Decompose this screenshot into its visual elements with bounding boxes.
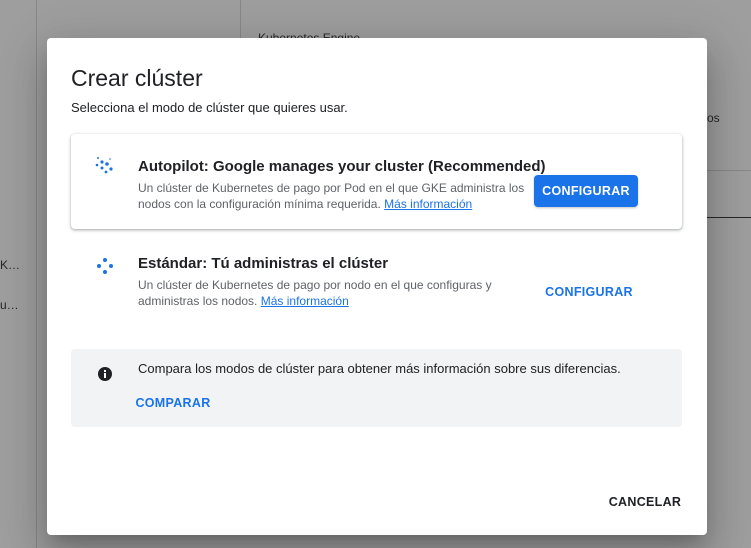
info-icon bbox=[98, 367, 112, 381]
standard-learn-more-link[interactable]: Más información bbox=[261, 294, 349, 308]
cancel-button[interactable]: CANCELAR bbox=[602, 486, 688, 518]
autopilot-title: Autopilot: Google manages your cluster (… bbox=[138, 158, 546, 175]
dialog-title: Crear clúster bbox=[71, 65, 203, 91]
autopilot-card: Autopilot: Google manages your cluster (… bbox=[71, 134, 682, 229]
autopilot-sparkle-icon bbox=[95, 157, 113, 174]
autopilot-configure-button[interactable]: CONFIGURAR bbox=[534, 175, 638, 207]
standard-description: Un clúster de Kubernetes de pago por nod… bbox=[138, 277, 528, 309]
standard-dots-icon bbox=[97, 258, 113, 274]
compare-button[interactable]: COMPARAR bbox=[130, 389, 216, 417]
standard-card: Estándar: Tú administras el clúster Un c… bbox=[71, 236, 682, 328]
standard-configure-button[interactable]: CONFIGURAR bbox=[541, 276, 637, 308]
compare-info-box: Compara los modos de clúster para obtene… bbox=[71, 349, 682, 427]
create-cluster-dialog: Crear clúster Selecciona el modo de clús… bbox=[47, 38, 707, 535]
dialog-subtitle: Selecciona el modo de clúster que quiere… bbox=[71, 100, 348, 115]
autopilot-description: Un clúster de Kubernetes de pago por Pod… bbox=[138, 180, 528, 212]
standard-title: Estándar: Tú administras el clúster bbox=[138, 255, 389, 272]
compare-info-text: Compara los modos de clúster para obtene… bbox=[138, 361, 621, 376]
autopilot-learn-more-link[interactable]: Más información bbox=[384, 197, 472, 211]
